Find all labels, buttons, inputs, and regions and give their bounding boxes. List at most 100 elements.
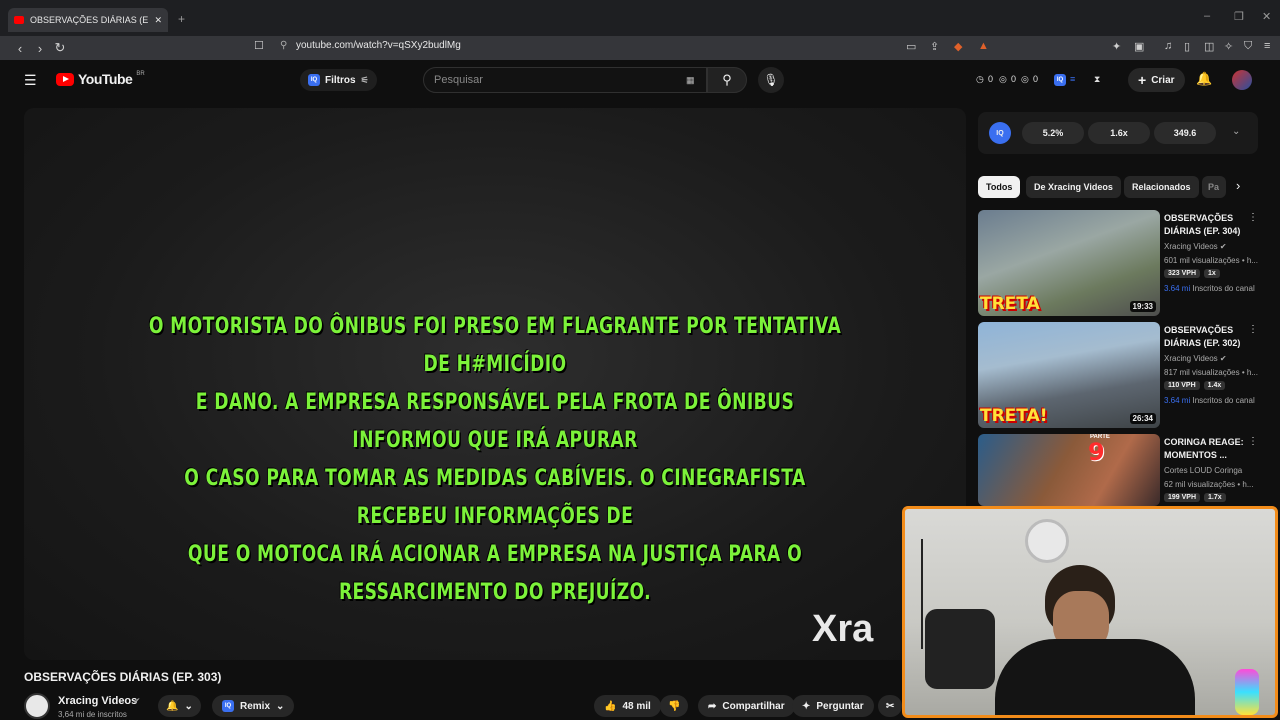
- close-window-icon[interactable]: ✕: [1262, 10, 1271, 23]
- url-field[interactable]: youtube.com/watch?v=qSXy2budlMg: [296, 40, 461, 51]
- chip-more[interactable]: Pa: [1202, 176, 1226, 198]
- browser-tab-active[interactable]: OBSERVAÇÕES DIÁRIAS (EP. 303) ✕: [8, 8, 168, 32]
- iq-stat: 5.2%: [1022, 122, 1084, 144]
- like-button[interactable]: 👍 48 mil: [594, 695, 661, 717]
- vph-badge: 323 VPH: [1164, 269, 1201, 278]
- recommendation-item[interactable]: TRETA 19:33 OBSERVAÇÕES DIÁRIAS (EP. 304…: [978, 210, 1258, 316]
- recommendation-title[interactable]: OBSERVAÇÕES DIÁRIAS (EP. 304): [1164, 212, 1248, 238]
- sidebar-toggle-icon[interactable]: ▯: [1184, 40, 1190, 53]
- thumbnail-overlay-text: TRETA: [980, 294, 1040, 314]
- multiplier-badge: 1.7x: [1204, 493, 1226, 502]
- video-duration: 19:33: [1129, 301, 1156, 312]
- extensions-puzzle-icon[interactable]: ✦: [1112, 40, 1121, 53]
- browser-menu-icon[interactable]: ≡: [1264, 40, 1270, 52]
- remix-button[interactable]: IQ Remix ⌄: [212, 695, 295, 717]
- close-tab-icon[interactable]: ✕: [154, 15, 162, 26]
- create-label: Criar: [1151, 74, 1175, 86]
- wallet-icon[interactable]: ▣: [1134, 40, 1144, 53]
- more-options-icon[interactable]: ⋮: [1248, 324, 1258, 335]
- stat-value: 0: [1011, 74, 1017, 84]
- share-button[interactable]: ➦ Compartilhar: [698, 695, 795, 717]
- screenshot-icon[interactable]: ◫: [1204, 40, 1214, 53]
- notifications-bell-icon[interactable]: 🔔: [1196, 71, 1212, 87]
- search-input[interactable]: Pesquisar: [423, 67, 707, 93]
- chevron-right-icon[interactable]: ›: [1236, 178, 1240, 193]
- video-title: OBSERVAÇÕES DIÁRIAS (EP. 303): [24, 670, 222, 684]
- verified-icon: ✔: [1219, 242, 1227, 251]
- channel-name[interactable]: Cortes LOUD Coringa: [1164, 466, 1242, 475]
- recommendation-title[interactable]: OBSERVAÇÕES DIÁRIAS (EP. 302): [1164, 324, 1248, 350]
- recommendation-title[interactable]: CORINGA REAGE: MOMENTOS ...: [1164, 436, 1248, 462]
- filters-button[interactable]: IQ Filtros ⚟: [300, 69, 377, 91]
- clip-button[interactable]: ✂: [878, 695, 903, 717]
- chevron-down-icon: ⌄: [184, 700, 193, 712]
- minimize-window-icon[interactable]: –: [1204, 10, 1210, 22]
- video-thumbnail[interactable]: TRETA 19:33: [978, 210, 1160, 316]
- list-icon[interactable]: ≡: [1070, 74, 1075, 84]
- site-info-icon[interactable]: ⚲: [280, 40, 287, 51]
- recommendation-item[interactable]: PARTE 9 CORINGA REAGE: MOMENTOS ... ⋮ Co…: [978, 434, 1258, 506]
- user-avatar[interactable]: [1232, 70, 1252, 90]
- hamburger-menu-icon[interactable]: ☰: [24, 72, 37, 89]
- video-thumbnail[interactable]: TRETA! 26:34: [978, 322, 1160, 428]
- vph-badges: 199 VPH 1.7x: [1164, 493, 1226, 502]
- new-tab-icon[interactable]: +: [178, 12, 185, 26]
- ask-label: Perguntar: [816, 700, 864, 712]
- sliders-icon: ⚟: [360, 74, 369, 85]
- caption-line: O MOTORISTA DO ÔNIBUS FOI PRESO EM FLAGR…: [148, 314, 842, 377]
- chip-from-channel[interactable]: De Xracing Videos: [1026, 176, 1121, 198]
- more-options-icon[interactable]: ⋮: [1248, 212, 1258, 223]
- forward-icon[interactable]: ›: [30, 41, 50, 56]
- leo-ai-icon[interactable]: ✧: [1224, 40, 1233, 53]
- webcam-overlay: [902, 506, 1278, 718]
- music-icon[interactable]: ♫: [1164, 40, 1172, 52]
- dislike-button[interactable]: 👎: [660, 695, 689, 717]
- video-thumbnail[interactable]: PARTE 9: [978, 434, 1160, 506]
- voice-search-button[interactable]: 🎙: [758, 67, 784, 93]
- hourglass-icon[interactable]: ⧗: [1094, 74, 1100, 85]
- channel-avatar[interactable]: [24, 693, 50, 719]
- channel-watermark: Xra: [812, 608, 874, 650]
- channel-name: Xracing Videos: [1164, 354, 1218, 363]
- channel-name[interactable]: Xracing Videos: [58, 695, 137, 707]
- caption-line: E DANO. A EMPRESA RESPONSÁVEL PELA FROTA…: [195, 390, 795, 453]
- subs-value: 3.64 mi: [1164, 284, 1191, 293]
- recommendation-item[interactable]: TRETA! 26:34 OBSERVAÇÕES DIÁRIAS (EP. 30…: [978, 322, 1258, 428]
- vph-badge: 110 VPH: [1164, 381, 1200, 390]
- chevron-down-icon[interactable]: ⌄: [1232, 126, 1240, 137]
- vpn-shield-icon[interactable]: ⛉: [1244, 40, 1252, 53]
- subs-label: Inscritos do canal: [1192, 396, 1255, 405]
- tripod-graphic: [921, 539, 923, 649]
- chair-graphic: [925, 609, 995, 689]
- notification-bell-button[interactable]: 🔔 ⌄: [158, 695, 201, 717]
- create-button[interactable]: + Criar: [1128, 68, 1185, 92]
- logo-region: BR: [136, 71, 145, 77]
- bookmark-icon[interactable]: ☐: [254, 39, 264, 52]
- recommendation-channel[interactable]: Xracing Videos ✔: [1164, 354, 1227, 363]
- chip-all[interactable]: Todos: [978, 176, 1021, 198]
- search-button[interactable]: ⚲: [707, 67, 747, 93]
- brave-shield-icon[interactable]: ◆: [954, 40, 962, 53]
- keyboard-icon[interactable]: ▦: [686, 75, 695, 86]
- iq-header-icon[interactable]: IQ: [1054, 74, 1066, 86]
- logo-text: YouTube: [78, 71, 133, 87]
- ask-button[interactable]: ✦ Perguntar: [792, 695, 874, 717]
- thumbnail-overlay-text: 9: [1088, 438, 1105, 466]
- brave-rewards-icon[interactable]: ▲: [978, 40, 989, 52]
- rgb-light-graphic: [1235, 669, 1259, 715]
- maximize-window-icon[interactable]: ❐: [1234, 10, 1244, 23]
- reload-icon[interactable]: ↻: [50, 40, 70, 56]
- iq-badge[interactable]: IQ: [989, 122, 1011, 144]
- browser-tabbar: [0, 0, 1280, 36]
- view-count: 62 mil visualizações • h...: [1164, 480, 1254, 489]
- cast-icon[interactable]: ▭: [906, 40, 916, 53]
- back-icon[interactable]: ‹: [10, 41, 30, 56]
- iq-extension-icon: IQ: [308, 74, 320, 86]
- share-label: Compartilhar: [722, 700, 785, 712]
- more-options-icon[interactable]: ⋮: [1248, 436, 1258, 447]
- share-page-icon[interactable]: ⇪: [930, 40, 939, 53]
- chip-related[interactable]: Relacionados: [1124, 176, 1199, 198]
- vph-badges: 323 VPH 1x: [1164, 269, 1220, 278]
- recommendation-channel[interactable]: Xracing Videos ✔: [1164, 242, 1227, 251]
- youtube-logo[interactable]: YouTube BR: [56, 71, 145, 87]
